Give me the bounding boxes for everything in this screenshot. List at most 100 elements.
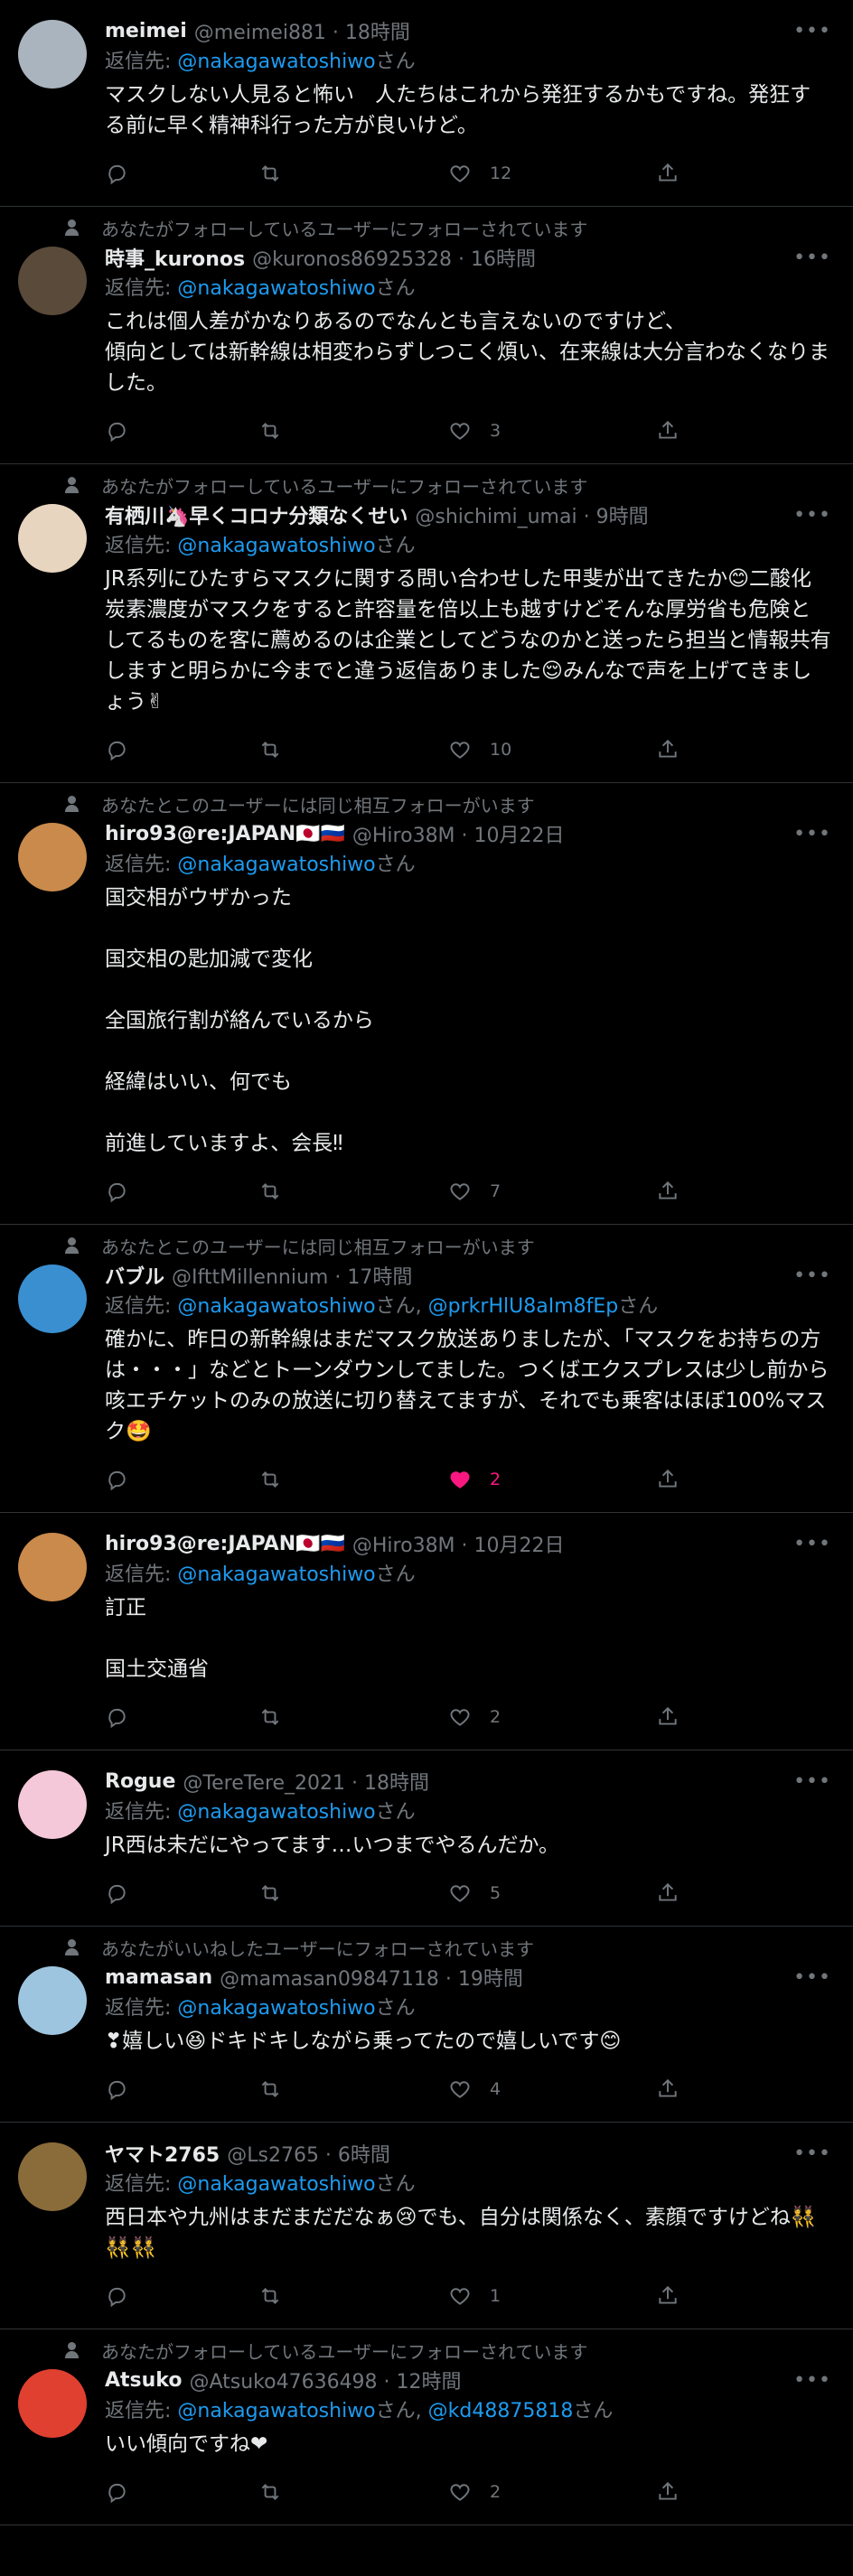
more-options-icon[interactable]: ••• xyxy=(793,1533,831,1555)
like-button[interactable]: 1 xyxy=(448,2284,656,2308)
avatar[interactable] xyxy=(18,247,87,315)
handle-and-time[interactable]: @Ls2765 · 6時間 xyxy=(227,2139,390,2168)
like-button[interactable]: 2 xyxy=(448,1468,656,1491)
reply-tweet[interactable]: あなたがフォローしているユーザーにフォローされています 有栖川🦄早くコロナ分類な… xyxy=(0,464,853,783)
reply-button[interactable] xyxy=(105,419,258,443)
reply-button[interactable] xyxy=(105,162,258,185)
reply-button[interactable] xyxy=(105,2480,258,2504)
retweet-button[interactable] xyxy=(258,162,448,185)
handle-and-time[interactable]: @Hiro38M · 10月22日 xyxy=(352,819,565,848)
mention-link[interactable]: @nakagawatoshiwo xyxy=(177,51,375,73)
retweet-button[interactable] xyxy=(258,2077,448,2101)
display-name[interactable]: meimei xyxy=(105,20,187,42)
more-options-icon[interactable]: ••• xyxy=(793,2369,831,2392)
retweet-button[interactable] xyxy=(258,1180,448,1203)
mention-link[interactable]: @nakagawatoshiwo xyxy=(177,1801,375,1824)
avatar[interactable] xyxy=(18,823,87,891)
mention-link[interactable]: @nakagawatoshiwo xyxy=(177,1997,375,2020)
mention-link[interactable]: @nakagawatoshiwo xyxy=(177,277,375,300)
handle-and-time[interactable]: @mamasan09847118 · 19時間 xyxy=(220,1963,523,1992)
mention-link[interactable]: @kd48875818 xyxy=(428,2400,574,2422)
avatar[interactable] xyxy=(18,504,87,573)
handle-and-time[interactable]: @Atsuko47636498 · 12時間 xyxy=(189,2366,461,2394)
more-options-icon[interactable]: ••• xyxy=(793,1265,831,1287)
like-button[interactable]: 3 xyxy=(448,419,656,443)
like-button[interactable]: 2 xyxy=(448,1705,656,1729)
display-name[interactable]: Rogue xyxy=(105,1770,175,1793)
display-name[interactable]: 時事_kuronos xyxy=(105,243,245,272)
more-options-icon[interactable]: ••• xyxy=(793,1966,831,1989)
handle-and-time[interactable]: @TereTere_2021 · 18時間 xyxy=(183,1767,429,1796)
like-button[interactable]: 7 xyxy=(448,1180,656,1203)
avatar[interactable] xyxy=(18,2142,87,2211)
reply-tweet[interactable]: meimei @meimei881 · 18時間 ••• 返信先: @nakag… xyxy=(0,0,853,207)
reply-tweet[interactable]: hiro93@re:JAPAN🇯🇵🇷🇺 @Hiro38M · 10月22日 ••… xyxy=(0,1513,853,1750)
mention-link[interactable]: @nakagawatoshiwo xyxy=(177,535,375,557)
more-options-icon[interactable]: ••• xyxy=(793,2142,831,2165)
display-name[interactable]: 有栖川🦄早くコロナ分類なくせい xyxy=(105,500,408,529)
reply-button[interactable] xyxy=(105,2284,258,2308)
mention-link[interactable]: @nakagawatoshiwo xyxy=(177,1295,375,1318)
reply-button[interactable] xyxy=(105,738,258,761)
mention-link[interactable]: @nakagawatoshiwo xyxy=(177,2400,375,2422)
share-button[interactable] xyxy=(656,1180,680,1203)
retweet-button[interactable] xyxy=(258,1881,448,1905)
reply-tweet[interactable]: ヤマト2765 @Ls2765 · 6時間 ••• 返信先: @nakagawa… xyxy=(0,2123,853,2329)
avatar[interactable] xyxy=(18,20,87,89)
share-button[interactable] xyxy=(656,1881,680,1905)
share-button[interactable] xyxy=(656,738,680,761)
like-button[interactable]: 5 xyxy=(448,1881,656,1905)
share-button[interactable] xyxy=(656,2480,680,2504)
avatar[interactable] xyxy=(18,2369,87,2438)
handle-and-time[interactable]: @shichimi_umai · 9時間 xyxy=(415,500,648,529)
avatar[interactable] xyxy=(18,1966,87,2035)
mention-link[interactable]: @nakagawatoshiwo xyxy=(177,2173,375,2196)
share-button[interactable] xyxy=(656,1468,680,1491)
more-options-icon[interactable]: ••• xyxy=(793,823,831,845)
more-options-icon[interactable]: ••• xyxy=(793,247,831,269)
retweet-button[interactable] xyxy=(258,738,448,761)
reply-button[interactable] xyxy=(105,1468,258,1491)
avatar[interactable] xyxy=(18,1533,87,1601)
display-name[interactable]: Atsuko xyxy=(105,2369,182,2392)
reply-tweet[interactable]: あなたがフォローしているユーザーにフォローされています Atsuko @Atsu… xyxy=(0,2329,853,2525)
handle-and-time[interactable]: @kuronos86925328 · 16時間 xyxy=(252,243,536,272)
avatar[interactable] xyxy=(18,1265,87,1333)
reply-tweet[interactable]: あなたとこのユーザーには同じ相互フォローがいます バブル @IfttMillen… xyxy=(0,1225,853,1513)
reply-button[interactable] xyxy=(105,1705,258,1729)
reply-tweet[interactable]: あなたがフォローしているユーザーにフォローされています 時事_kuronos @… xyxy=(0,207,853,464)
reply-button[interactable] xyxy=(105,2077,258,2101)
display-name[interactable]: ヤマト2765 xyxy=(105,2139,220,2168)
like-button[interactable]: 2 xyxy=(448,2480,656,2504)
like-button[interactable]: 10 xyxy=(448,738,656,761)
reply-tweet[interactable]: あなたとこのユーザーには同じ相互フォローがいます hiro93@re:JAPAN… xyxy=(0,783,853,1225)
display-name[interactable]: バブル xyxy=(105,1261,164,1290)
share-button[interactable] xyxy=(656,2077,680,2101)
share-button[interactable] xyxy=(656,2284,680,2308)
mention-link[interactable]: @prkrHlU8aIm8fEp xyxy=(428,1295,619,1318)
reply-tweet[interactable]: あなたがいいねしたユーザーにフォローされています mamasan @mamasa… xyxy=(0,1927,853,2123)
reply-button[interactable] xyxy=(105,1881,258,1905)
like-button[interactable]: 12 xyxy=(448,162,656,185)
retweet-button[interactable] xyxy=(258,2480,448,2504)
more-options-icon[interactable]: ••• xyxy=(793,1770,831,1793)
mention-link[interactable]: @nakagawatoshiwo xyxy=(177,854,375,876)
retweet-button[interactable] xyxy=(258,1468,448,1491)
reply-tweet[interactable]: Rogue @TereTere_2021 · 18時間 ••• 返信先: @na… xyxy=(0,1750,853,1927)
display-name[interactable]: hiro93@re:JAPAN🇯🇵🇷🇺 xyxy=(105,1533,345,1555)
share-button[interactable] xyxy=(656,419,680,443)
handle-and-time[interactable]: @IfttMillennium · 17時間 xyxy=(172,1261,412,1290)
mention-link[interactable]: @nakagawatoshiwo xyxy=(177,1563,375,1586)
retweet-button[interactable] xyxy=(258,1705,448,1729)
handle-and-time[interactable]: @meimei881 · 18時間 xyxy=(194,16,410,45)
display-name[interactable]: mamasan xyxy=(105,1966,212,1989)
retweet-button[interactable] xyxy=(258,2284,448,2308)
more-options-icon[interactable]: ••• xyxy=(793,20,831,42)
avatar[interactable] xyxy=(18,1770,87,1839)
more-options-icon[interactable]: ••• xyxy=(793,504,831,527)
reply-button[interactable] xyxy=(105,1180,258,1203)
display-name[interactable]: hiro93@re:JAPAN🇯🇵🇷🇺 xyxy=(105,823,345,845)
share-button[interactable] xyxy=(656,1705,680,1729)
retweet-button[interactable] xyxy=(258,419,448,443)
like-button[interactable]: 4 xyxy=(448,2077,656,2101)
